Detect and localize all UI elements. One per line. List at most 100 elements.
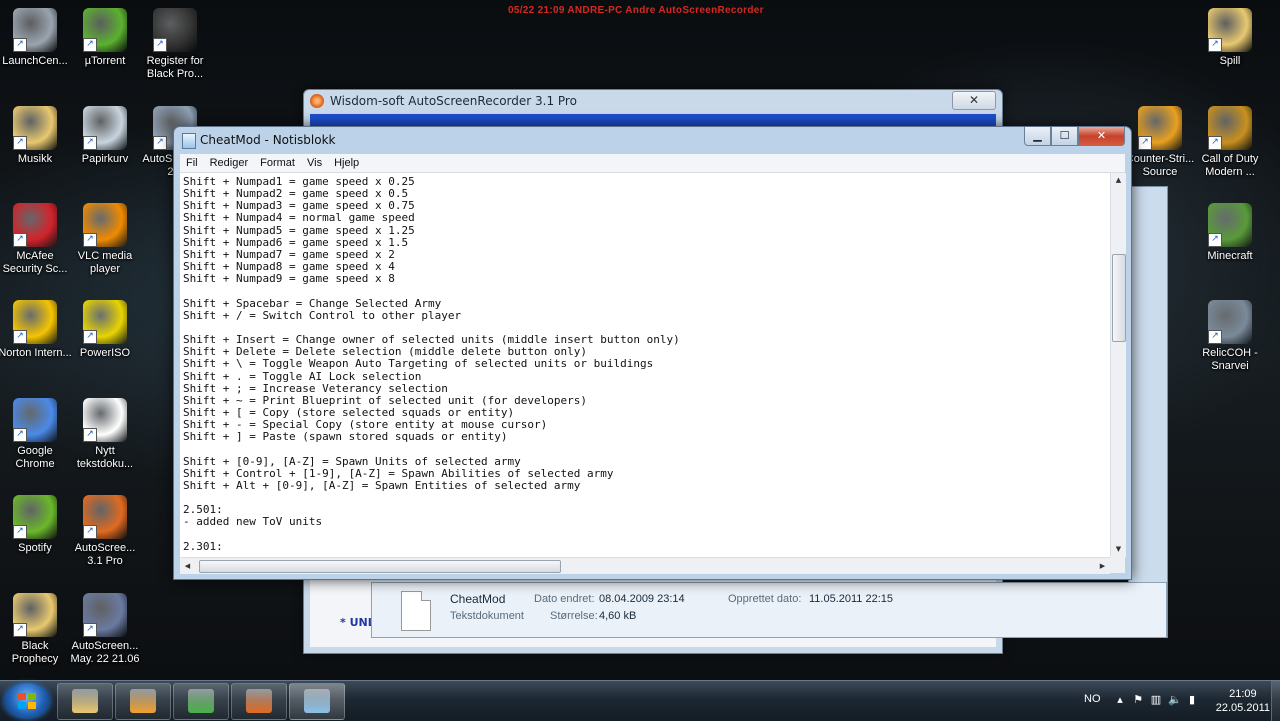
desktop-shortcut[interactable]: ↗ LaunchCen... (0, 8, 72, 68)
desktop-shortcut-label: Musikk (17, 153, 53, 165)
desktop-shortcut[interactable]: ↗ Norton Intern... (0, 300, 72, 360)
shortcut-arrow-icon: ↗ (13, 136, 27, 150)
file-name: CheatMod (450, 592, 506, 606)
chrome-icon: ↗ (13, 398, 57, 442)
mcafee-icon: ↗ (13, 203, 57, 247)
text-document-icon: ↗ (83, 398, 127, 442)
scroll-thumb[interactable] (1112, 254, 1126, 342)
taskbar-button-explorer[interactable] (57, 683, 113, 720)
taskbar-button-media[interactable] (115, 683, 171, 720)
shortcut-arrow-icon: ↗ (153, 38, 167, 52)
window-title: Wisdom-soft AutoScreenRecorder 3.1 Pro (330, 94, 577, 108)
menu-format[interactable]: Format (254, 157, 301, 169)
desktop-shortcut-label: Spill (1219, 55, 1241, 67)
desktop-shortcut[interactable]: ↗ Nytt tekstdoku... (68, 398, 142, 471)
clock[interactable]: 21:09 22.05.2011 (1216, 687, 1270, 715)
size-grip[interactable] (1110, 557, 1125, 573)
autoscreen-icon (310, 94, 324, 108)
text-editor[interactable]: Shift + Numpad1 = game speed x 0.25 Shif… (180, 173, 1110, 557)
maximize-button[interactable]: ☐ (1051, 127, 1078, 146)
desktop-shortcut[interactable]: ↗ McAfee Security Sc... (0, 203, 72, 276)
call-of-duty-icon: ↗ (1208, 106, 1252, 150)
desktop-shortcut-label: Call of Duty Modern ... (1201, 153, 1259, 178)
scroll-right-arrow-icon[interactable]: ▶ (1095, 558, 1110, 574)
poweriso-icon: ↗ (83, 300, 127, 344)
window-title-bar[interactable]: Wisdom-soft AutoScreenRecorder 3.1 Pro (304, 90, 1002, 112)
scroll-up-arrow-icon[interactable]: ▲ (1111, 173, 1126, 188)
desktop-shortcut-label: PowerISO (79, 347, 131, 359)
close-button[interactable]: ✕ (1078, 127, 1125, 146)
explorer-window[interactable] (1128, 186, 1168, 638)
close-button[interactable]: ✕ (952, 91, 996, 110)
desktop-shortcut-label: AutoScree... 3.1 Pro (74, 542, 136, 567)
notepad-window[interactable]: CheatMod - Notisblokk ▁ ☐ ✕ Fil Rediger … (173, 126, 1132, 580)
taskbar-button-messenger[interactable] (173, 683, 229, 720)
shortcut-arrow-icon: ↗ (1138, 136, 1152, 150)
desktop-shortcut[interactable]: ↗ Google Chrome (0, 398, 72, 471)
desktop-shortcut[interactable]: ↗ Counter-Stri... Source (1123, 106, 1197, 179)
spotify-icon: ↗ (13, 495, 57, 539)
menu-view[interactable]: Vis (301, 157, 328, 169)
progress-bar (310, 114, 996, 126)
desktop-shortcut[interactable]: ↗ Papirkurv (68, 106, 142, 166)
desktop-shortcut[interactable]: ↗ Register for Black Pro... (138, 8, 212, 81)
show-desktop-button[interactable] (1271, 681, 1280, 721)
desktop-shortcut[interactable]: ↗ PowerISO (68, 300, 142, 360)
desktop-shortcut-label: Counter-Stri... Source (1125, 153, 1195, 178)
relic-coh-icon: ↗ (1208, 300, 1252, 344)
recycle-bin-icon: ↗ (83, 106, 127, 150)
desktop-shortcut[interactable]: ↗ Spill (1193, 8, 1267, 68)
menu-file[interactable]: Fil (180, 157, 204, 169)
size-value: 4,60 kB (599, 610, 637, 622)
counter-strike-icon: ↗ (1138, 106, 1182, 150)
shortcut-arrow-icon: ↗ (83, 428, 97, 442)
desktop-shortcut-label: Nytt tekstdoku... (76, 445, 134, 470)
taskbar-button-notepad[interactable] (289, 683, 345, 720)
clock-date: 22.05.2011 (1215, 702, 1270, 714)
desktop-shortcut-label: McAfee Security Sc... (2, 250, 68, 275)
desktop-shortcut[interactable]: ↗ Call of Duty Modern ... (1193, 106, 1267, 179)
show-hidden-icons-icon[interactable]: ▴ (1114, 694, 1126, 706)
desktop-shortcut-label: Minecraft (1207, 250, 1253, 262)
size-label: Størrelse: (550, 610, 598, 622)
modified-value: 08.04.2009 23:14 (599, 593, 685, 605)
vertical-scrollbar[interactable]: ▲ ▼ (1110, 173, 1126, 557)
taskbar-button-autoscreenrecorder[interactable] (231, 683, 287, 720)
desktop-shortcut-label: Register for Black Pro... (146, 55, 204, 80)
horizontal-scrollbar[interactable]: ◀ ▶ (180, 557, 1110, 574)
menu-help[interactable]: Hjelp (328, 157, 365, 169)
desktop-shortcut[interactable]: ↗ VLC media player (68, 203, 142, 276)
desktop-shortcut[interactable]: ↗ Spotify (0, 495, 72, 555)
desktop-shortcut[interactable]: ↗ AutoScree... 3.1 Pro (68, 495, 142, 568)
desktop-shortcut[interactable]: ↗ Black Prophecy (0, 593, 72, 666)
shortcut-arrow-icon: ↗ (13, 428, 27, 442)
power-icon[interactable]: ▮ (1186, 694, 1198, 706)
language-indicator[interactable]: NO (1084, 693, 1101, 705)
scroll-down-arrow-icon[interactable]: ▼ (1111, 542, 1126, 557)
menu-edit[interactable]: Rediger (204, 157, 255, 169)
notepad-icon (182, 133, 196, 149)
taskbar: NO ▴ ⚑ ▥ 🔈 ▮ 21:09 22.05.2011 (0, 680, 1280, 721)
desktop-shortcut[interactable]: ↗ Minecraft (1193, 203, 1267, 263)
file-type: Tekstdokument (450, 610, 524, 622)
windows-logo-icon (18, 693, 36, 709)
video-file-icon: ↗ (83, 593, 127, 637)
volume-icon[interactable]: 🔈 (1168, 694, 1182, 706)
desktop-shortcut[interactable]: ↗ µTorrent (68, 8, 142, 68)
minimize-button[interactable]: ▁ (1024, 127, 1051, 146)
desktop-shortcut[interactable]: ↗ AutoScreen... May. 22 21.06 (68, 593, 142, 666)
utorrent-icon: ↗ (83, 8, 127, 52)
action-center-flag-icon[interactable]: ⚑ (1132, 694, 1144, 706)
scroll-thumb[interactable] (199, 560, 561, 573)
document-text[interactable]: Shift + Numpad1 = game speed x 0.25 Shif… (180, 173, 1110, 553)
desktop-shortcut[interactable]: ↗ Musikk (0, 106, 72, 166)
desktop-shortcut-label: VLC media player (77, 250, 133, 275)
folder-icon: ↗ (1208, 8, 1252, 52)
desktop-shortcut[interactable]: ↗ RelicCOH - Snarvei (1193, 300, 1267, 373)
launch-center-icon: ↗ (13, 8, 57, 52)
shortcut-arrow-icon: ↗ (83, 136, 97, 150)
start-button[interactable] (4, 683, 50, 719)
network-icon[interactable]: ▥ (1150, 694, 1162, 706)
scroll-left-arrow-icon[interactable]: ◀ (180, 558, 195, 574)
notepad-title-bar[interactable]: CheatMod - Notisblokk (182, 131, 336, 149)
